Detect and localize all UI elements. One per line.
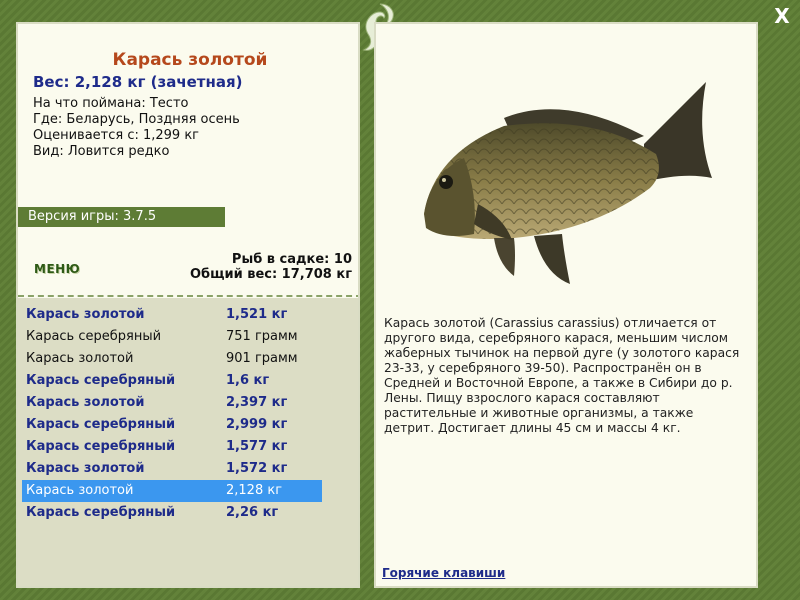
fish-weight: 2,397 кг: [226, 395, 288, 410]
fish-name: Карась золотой: [26, 395, 145, 410]
catch-location: Где: Беларусь, Поздняя осень: [33, 112, 240, 127]
fish-description: Карась золотой (Carassius carassius) отл…: [384, 316, 740, 435]
close-button[interactable]: X: [770, 4, 794, 28]
keepnet-count: Рыб в садке: 10: [231, 252, 352, 267]
list-item[interactable]: Карась серебряный 751 грамм: [22, 326, 322, 348]
fish-weight: 1,577 кг: [226, 439, 288, 454]
list-item[interactable]: Карась серебряный 2,26 кг: [22, 502, 322, 524]
divider: [18, 295, 358, 297]
game-version: Версия игры: 3.7.5: [18, 207, 225, 227]
fish-name: Карась серебряный: [26, 439, 176, 454]
catch-rarity: Вид: Ловится редко: [33, 144, 170, 159]
list-item[interactable]: Карась серебряный 2,999 кг: [22, 414, 322, 436]
catch-min-weight: Оценивается с: 1,299 кг: [33, 128, 200, 143]
close-icon[interactable]: X: [774, 4, 789, 28]
fish-name: Карась золотой: [26, 483, 134, 498]
fish-name: Карась золотой: [26, 461, 145, 476]
fish-weight: 2,999 кг: [226, 417, 288, 432]
fish-weight: 2,128 кг: [226, 483, 283, 498]
fish-list: Карась золотой 1,521 кг Карась серебряны…: [18, 298, 358, 586]
fish-weight: 1,572 кг: [226, 461, 288, 476]
fish-weight: 1,6 кг: [226, 373, 270, 388]
fish-name: Карась серебряный: [26, 373, 176, 388]
list-item[interactable]: Карась серебряный 1,577 кг: [22, 436, 322, 458]
fish-detail-panel: Карась золотой (Carassius carassius) отл…: [374, 22, 758, 588]
catch-bait: На что поймана: Тесто: [33, 96, 189, 111]
hotkeys-link[interactable]: Горячие клавиши: [382, 566, 505, 580]
list-item-selected[interactable]: Карась золотой 2,128 кг: [22, 480, 322, 502]
list-item[interactable]: Карась золотой 1,572 кг: [22, 458, 322, 480]
catch-info-panel: Карась золотой Вес: 2,128 кг (зачетная) …: [16, 22, 360, 588]
fish-name: Карась серебряный: [26, 417, 176, 432]
list-item[interactable]: Карась серебряный 1,6 кг: [22, 370, 322, 392]
fish-weight: 1,521 кг: [226, 307, 288, 322]
fish-weight: 901 грамм: [226, 351, 298, 366]
fish-weight: 2,26 кг: [226, 505, 279, 520]
catch-weight: Вес: 2,128 кг (зачетная): [33, 73, 243, 91]
fish-weight: 751 грамм: [226, 329, 298, 344]
keepnet-total-weight: Общий вес: 17,708 кг: [189, 267, 352, 282]
fish-name: Карась золотой: [26, 351, 134, 366]
fish-name: Карась серебряный: [26, 505, 176, 520]
fish-name: Карась серебряный: [26, 329, 162, 344]
catch-title: Карась золотой: [112, 50, 268, 70]
list-item[interactable]: Карась золотой 1,521 кг: [22, 304, 322, 326]
menu-button[interactable]: МЕНЮ: [34, 262, 80, 276]
list-item[interactable]: Карась золотой 901 грамм: [22, 348, 322, 370]
crucian-carp-image: [424, 82, 712, 284]
list-item[interactable]: Карась золотой 2,397 кг: [22, 392, 322, 414]
fish-name: Карась золотой: [26, 307, 145, 322]
